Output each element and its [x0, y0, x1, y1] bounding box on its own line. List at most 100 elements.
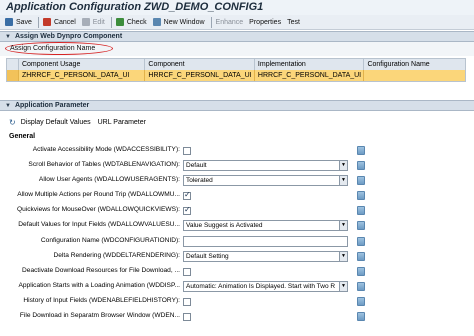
column-header[interactable]: Component Usage	[18, 59, 146, 70]
check-button[interactable]: Check	[114, 16, 151, 29]
toolbar-button-label: Properties	[249, 18, 282, 26]
properties-button[interactable]: Properties	[247, 16, 285, 29]
param-label: Activate Accessibility Mode (WDACCESSIBI…	[32, 146, 180, 153]
param-panel-title: Application Parameter	[14, 102, 90, 109]
param-row: Delta Rendering (WDDELTARENDERING): Defau…	[0, 250, 474, 265]
select-column-header[interactable]	[7, 59, 19, 70]
column-header[interactable]: Implementation	[254, 59, 365, 70]
param-dropdown[interactable]: Automatic: Animation Is Displayed. Start…	[183, 280, 348, 292]
param-row: Default Values for Input Fields (WDALLOW…	[0, 219, 474, 234]
param-label: File Download in Separatm Browser Window…	[19, 312, 180, 320]
param-row: Deactivate Download Resources for File D…	[0, 265, 474, 280]
dropdown-value: Value Suggest is Activated	[186, 222, 263, 230]
save-button[interactable]: Save	[3, 16, 36, 29]
edit-button[interactable]: Edit	[80, 16, 109, 29]
param-detail-icon[interactable]	[357, 266, 365, 276]
dropdown-value: Automatic: Animation Is Displayed. Start…	[186, 282, 336, 290]
param-row: Scroll Behavior of Tables (WDTABLENAVIGA…	[0, 159, 474, 174]
param-row: Application Starts with a Loading Animat…	[0, 280, 474, 295]
refresh-icon[interactable]: ↻	[9, 118, 16, 127]
param-detail-icon[interactable]	[357, 146, 365, 155]
enhance-button[interactable]: Enhance	[214, 16, 248, 29]
table-cell[interactable]: HRRCF_C_PERSONL_DATA_UI	[254, 70, 365, 81]
assign-panel-header[interactable]: ▼ Assign Web Dynpro Component	[0, 31, 474, 42]
edit-icon	[81, 18, 90, 26]
display-defaults-button[interactable]: Display Default Values	[21, 119, 91, 126]
new-window-button[interactable]: New Window	[151, 16, 209, 29]
param-toolbar: ↻ Display Default Values URL Parameter	[0, 116, 474, 128]
component-table: Component Usage Component Implementation…	[6, 58, 466, 82]
param-row: Quickviews for MouseOver (WDALLOWQUICKVI…	[0, 204, 474, 219]
test-button[interactable]: Test	[285, 16, 304, 29]
toolbar-button-label: Check	[126, 18, 147, 26]
param-checkbox[interactable]	[183, 267, 191, 276]
param-checkbox[interactable]	[183, 297, 191, 306]
param-checkbox[interactable]	[183, 313, 191, 322]
toolbar-button-label: Save	[16, 18, 32, 26]
table-header: Component Usage Component Implementation…	[7, 59, 465, 70]
toolbar-separator	[210, 16, 212, 28]
param-checkbox[interactable]	[183, 190, 191, 201]
param-list: Activate Accessibility Mode (WDACCESSIBI…	[0, 144, 474, 325]
param-label: Scroll Behavior of Tables (WDTABLENAVIGA…	[28, 161, 180, 169]
save-icon	[5, 18, 13, 26]
param-checkbox[interactable]	[183, 147, 191, 155]
param-detail-icon[interactable]	[357, 251, 365, 261]
row-selector[interactable]	[7, 70, 19, 81]
toolbar-button-label: New Window	[163, 18, 205, 26]
param-row: File Download in Separatm Browser Window…	[0, 310, 474, 325]
collapse-triangle-icon[interactable]: ▼	[5, 34, 11, 40]
param-detail-icon[interactable]	[357, 281, 365, 291]
chevron-down-icon[interactable]: ▼	[339, 176, 347, 186]
param-dropdown[interactable]: Tolerated ▼	[183, 175, 348, 187]
table-cell[interactable]: HRRCF_C_PERSONL_DATA_UI	[145, 70, 255, 81]
assign-config-name-tab[interactable]: Assign Configuration Name	[10, 45, 95, 52]
param-dropdown[interactable]: Value Suggest is Activated ▼	[183, 220, 348, 232]
toolbar-button-label: Test	[287, 18, 300, 26]
chevron-down-icon[interactable]: ▼	[339, 281, 347, 291]
toolbar-button-label: Enhance	[215, 18, 244, 26]
param-detail-icon[interactable]	[357, 236, 365, 246]
param-label: Allow Multiple Actions per Round Trip (W…	[17, 191, 180, 199]
param-detail-icon[interactable]	[357, 191, 365, 201]
param-row: Activate Accessibility Mode (WDACCESSIBI…	[0, 144, 474, 159]
toolbar-separator	[110, 16, 112, 28]
chevron-down-icon[interactable]: ▼	[339, 221, 347, 231]
param-label: Deactivate Download Resources for File D…	[22, 266, 180, 274]
param-detail-icon[interactable]	[357, 176, 365, 186]
page-title: Application Configuration ZWD_DEMO_CONFI…	[6, 1, 264, 13]
cancel-button[interactable]: Cancel	[41, 16, 80, 29]
param-row: Allow User Agents (WDALLOWUSERAGENTS): To…	[0, 174, 474, 189]
url-parameter-button[interactable]: URL Parameter	[98, 119, 146, 126]
dropdown-value: Default	[186, 162, 207, 170]
chevron-down-icon[interactable]: ▼	[339, 161, 347, 171]
param-dropdown[interactable]: Default Setting ▼	[183, 250, 348, 262]
param-detail-icon[interactable]	[357, 206, 365, 216]
toolbar-separator	[37, 16, 39, 28]
param-input[interactable]	[183, 235, 348, 247]
cancel-icon	[42, 18, 51, 26]
column-header[interactable]: Configuration Name	[364, 59, 465, 70]
param-row: Configuration Name (WDCONFIGURATIONID):	[0, 235, 474, 250]
param-detail-icon[interactable]	[357, 161, 365, 171]
param-label: Configuration Name (WDCONFIGURATIONID):	[40, 236, 180, 244]
param-row: Allow Multiple Actions per Round Trip (W…	[0, 189, 474, 204]
param-label: Allow User Agents (WDALLOWUSERAGENTS):	[38, 176, 180, 184]
table-cell[interactable]	[364, 70, 465, 81]
collapse-triangle-icon[interactable]: ▼	[5, 103, 11, 109]
chevron-down-icon[interactable]: ▼	[339, 251, 347, 261]
toolbar-button-label: Edit	[92, 18, 105, 26]
param-checkbox[interactable]	[183, 205, 191, 216]
param-dropdown[interactable]: Default ▼	[183, 160, 348, 172]
param-detail-icon[interactable]	[357, 296, 365, 306]
param-detail-icon[interactable]	[357, 312, 365, 322]
column-header[interactable]: Component	[145, 59, 255, 70]
dropdown-value: Tolerated	[186, 177, 213, 185]
table-row[interactable]: ZHRRCF_C_PERSONL_DATA_UI HRRCF_C_PERSONL…	[7, 70, 465, 81]
param-panel-header[interactable]: ▼ Application Parameter	[0, 100, 474, 111]
param-label: Delta Rendering (WDDELTARENDERING):	[53, 251, 180, 259]
table-cell[interactable]: ZHRRCF_C_PERSONL_DATA_UI	[18, 70, 146, 81]
param-label: Quickviews for MouseOver (WDALLOWQUICKVI…	[16, 206, 180, 214]
param-detail-icon[interactable]	[357, 221, 365, 231]
param-label: History of Input Fields (WDENABLEFIELDHI…	[23, 296, 180, 304]
